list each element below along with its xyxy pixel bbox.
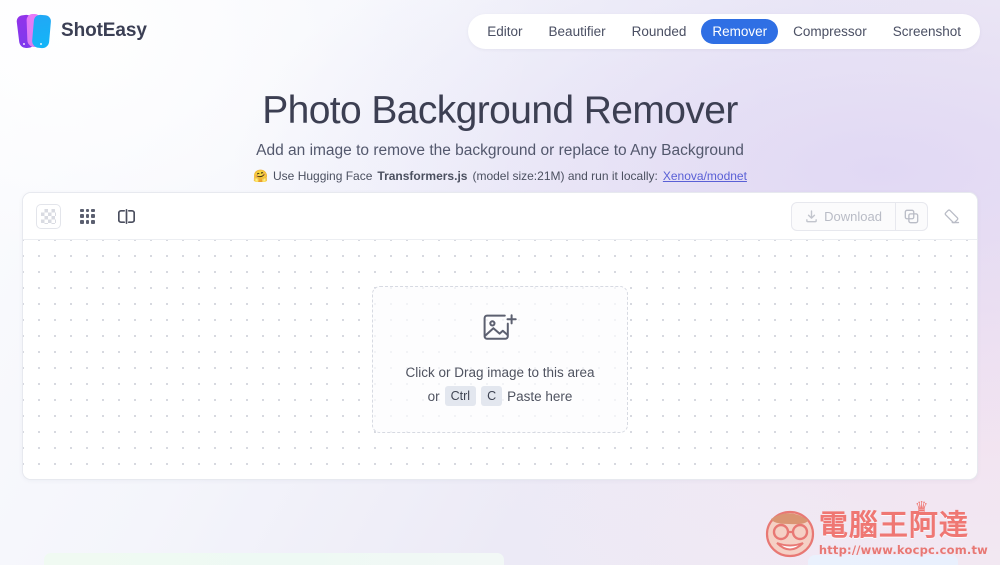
dropzone-paste-label: Paste here xyxy=(507,388,573,404)
checkerboard-icon-button[interactable] xyxy=(36,203,61,229)
watermark-mascot-icon xyxy=(763,509,815,559)
download-button[interactable]: Download xyxy=(792,203,895,230)
page-title: Photo Background Remover xyxy=(262,89,738,132)
copy-button[interactable] xyxy=(895,202,927,230)
grid-dots-icon xyxy=(80,208,95,224)
hugging-face-icon: 🤗 xyxy=(253,169,269,184)
dropzone-primary-text: Click or Drag image to this area xyxy=(405,364,595,380)
watermark-text: ♛ 電腦王阿達 http://www.kocpc.com.tw xyxy=(818,500,988,557)
nav-item-remover[interactable]: Remover xyxy=(701,18,779,44)
nav-item-screenshot[interactable]: Screenshot xyxy=(882,19,972,44)
download-label: Download xyxy=(824,208,882,224)
compare-split-icon-button[interactable] xyxy=(114,204,139,229)
copy-icon xyxy=(904,209,919,223)
kbd-c: C xyxy=(481,386,503,407)
nav-item-editor[interactable]: Editor xyxy=(476,19,533,44)
nav-item-rounded[interactable]: Rounded xyxy=(621,19,698,44)
site-header: ShotEasy Editor Beautifier Rounded Remov… xyxy=(0,0,1000,62)
model-note-prefix: Use Hugging Face xyxy=(273,169,373,184)
main-nav: Editor Beautifier Rounded Remover Compre… xyxy=(468,13,980,49)
nav-item-beautifier[interactable]: Beautifier xyxy=(538,19,617,44)
crown-icon: ♛ xyxy=(914,499,929,516)
checkerboard-icon xyxy=(41,208,56,224)
nav-item-compressor[interactable]: Compressor xyxy=(782,19,878,44)
page-subtitle: Add an image to remove the background or… xyxy=(256,142,744,160)
toolbar-left-group xyxy=(36,203,139,229)
model-note-library: Transformers.js xyxy=(377,169,468,184)
toolbar-right-group: Download xyxy=(791,201,965,231)
watermark-title: 電腦王阿達 xyxy=(818,508,969,542)
download-group: Download xyxy=(791,201,928,231)
grid-dots-icon-button[interactable] xyxy=(75,204,100,229)
download-icon xyxy=(806,209,818,222)
model-note: 🤗 Use Hugging Face Transformers.js (mode… xyxy=(0,169,1000,183)
watermark-url: http://www.kocpc.com.tw xyxy=(818,543,988,557)
dropzone-or-label: or xyxy=(427,388,440,404)
model-note-middle: (model size:21M) and run it locally: xyxy=(472,169,658,184)
below-fold-card-left xyxy=(44,553,504,565)
editor-toolbar: Download xyxy=(23,193,977,239)
editor-panel: Download Click or Drag image to this are… xyxy=(22,192,978,480)
kbd-ctrl: Ctrl xyxy=(444,386,477,407)
editor-canvas[interactable]: Click or Drag image to this area or Ctrl… xyxy=(23,239,977,479)
eraser-icon xyxy=(944,208,959,223)
image-dropzone[interactable]: Click or Drag image to this area or Ctrl… xyxy=(372,286,628,433)
watermark: ♛ 電腦王阿達 http://www.kocpc.com.tw xyxy=(763,500,988,559)
hero-section: Photo Background Remover Add an image to… xyxy=(0,88,1000,183)
shoteasy-logo-icon xyxy=(16,13,52,49)
brand-name: ShotEasy xyxy=(61,20,147,41)
image-add-icon xyxy=(483,313,517,350)
dropzone-secondary-text: or Ctrl C Paste here xyxy=(427,386,573,407)
brand[interactable]: ShotEasy xyxy=(16,13,147,49)
model-link[interactable]: Xenova/modnet xyxy=(663,169,747,183)
eraser-button[interactable] xyxy=(937,203,965,230)
compare-split-icon xyxy=(118,208,135,224)
